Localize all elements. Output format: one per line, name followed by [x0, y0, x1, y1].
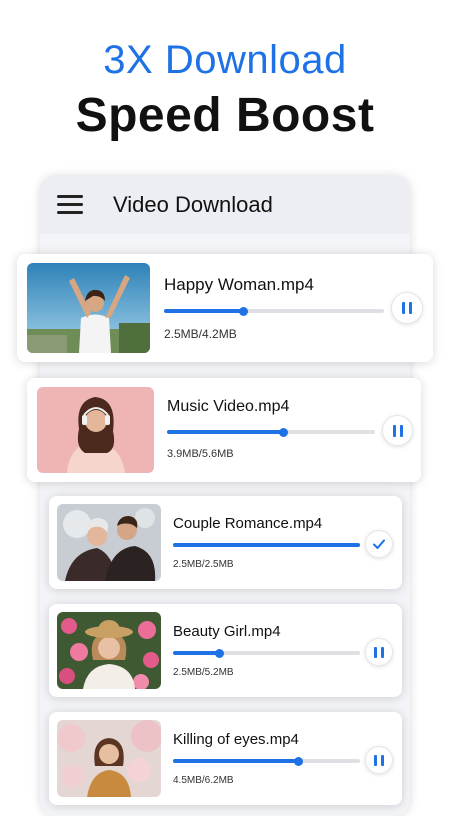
video-thumbnail	[57, 504, 161, 581]
file-name: Killing of eyes.mp4	[173, 731, 299, 748]
check-icon	[373, 539, 385, 549]
file-size: 2.5MB/2.5MB	[173, 559, 234, 570]
pause-button[interactable]	[365, 638, 393, 666]
progress-bar	[173, 648, 360, 658]
file-name: Music Video.mp4	[167, 398, 290, 415]
pause-button[interactable]	[365, 746, 393, 774]
promo-subheadline: Speed Boost	[75, 89, 375, 142]
file-size: 2.5MB/5.2MB	[173, 667, 234, 678]
video-thumbnail	[57, 720, 161, 797]
download-item-killing-of-eyes[interactable]: Killing of eyes.mp4 4.5MB/6.2MB	[49, 712, 402, 805]
file-name: Beauty Girl.mp4	[173, 623, 281, 640]
completed-button[interactable]	[365, 530, 393, 558]
pause-button[interactable]	[382, 415, 413, 446]
download-item-beauty-girl[interactable]: Beauty Girl.mp4 2.5MB/5.2MB	[49, 604, 402, 697]
progress-fill	[164, 309, 244, 313]
progress-fill	[173, 651, 220, 655]
progress-bar	[164, 306, 384, 316]
file-size: 2.5MB/4.2MB	[164, 327, 237, 341]
progress-fill	[173, 543, 360, 547]
progress-thumb	[215, 648, 225, 658]
video-thumbnail	[27, 263, 150, 353]
download-item-music-video[interactable]: Music Video.mp4 3.9MB/5.6MB	[27, 378, 421, 482]
video-thumbnail	[57, 612, 161, 689]
promo-headline: 3X Download	[103, 38, 347, 82]
progress-bar	[173, 543, 360, 547]
app-title: Video Download	[113, 192, 273, 217]
pause-icon	[374, 646, 384, 658]
progress-fill	[173, 759, 299, 763]
pause-icon	[402, 302, 412, 314]
app-bar: Video Download	[40, 176, 410, 234]
hamburger-menu-icon[interactable]	[57, 195, 83, 215]
file-size: 3.9MB/5.6MB	[167, 448, 234, 460]
file-name: Couple Romance.mp4	[173, 515, 323, 532]
pause-icon	[392, 424, 403, 437]
pause-icon	[374, 754, 384, 766]
download-item-happy-woman[interactable]: Happy Woman.mp4 2.5MB/4.2MB	[17, 254, 433, 362]
progress-thumb	[278, 427, 288, 437]
file-size: 4.5MB/6.2MB	[173, 775, 234, 786]
progress-thumb	[293, 756, 303, 766]
file-name: Happy Woman.mp4	[164, 275, 314, 294]
progress-fill	[167, 430, 284, 434]
progress-bar	[167, 427, 375, 437]
progress-thumb	[238, 306, 248, 316]
download-item-couple-romance[interactable]: Couple Romance.mp4 2.5MB/2.5MB	[49, 496, 402, 589]
video-thumbnail	[37, 387, 154, 473]
pause-button[interactable]	[391, 292, 423, 324]
progress-bar	[173, 756, 360, 766]
